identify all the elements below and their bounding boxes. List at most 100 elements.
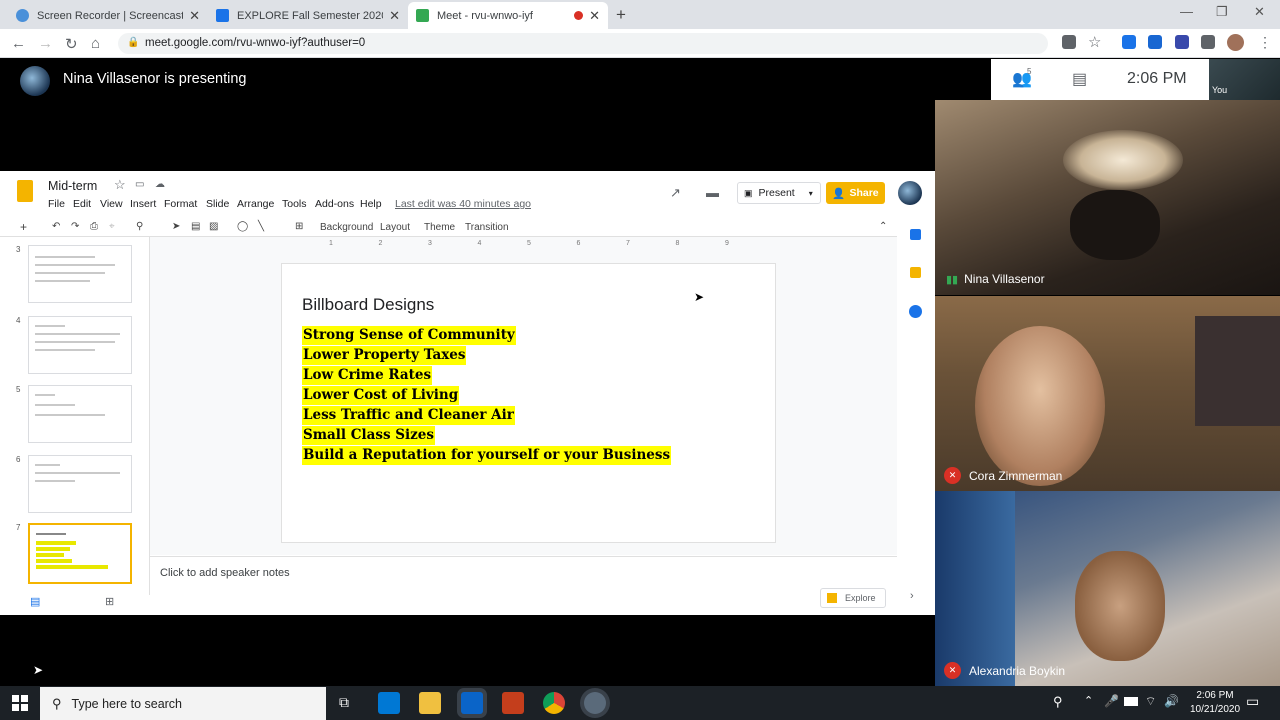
puzzle-icon[interactable]	[1201, 35, 1215, 49]
undo-icon[interactable]: ↶	[52, 221, 60, 232]
tab-explore[interactable]: EXPLORE Fall Semester 2020 ✕	[208, 2, 408, 29]
slide-bullet[interactable]: Lower Cost of Living	[302, 386, 460, 405]
volume-icon[interactable]: 🔊	[1164, 694, 1179, 708]
line-icon[interactable]: ╲	[258, 221, 264, 232]
tray-chevron-icon[interactable]: ⌃	[1084, 694, 1093, 707]
menu-file[interactable]: File	[48, 198, 65, 210]
shape-icon[interactable]: ◯	[237, 221, 248, 232]
download-icon[interactable]	[1148, 35, 1162, 49]
window-close-icon[interactable]: ✕	[1254, 4, 1265, 20]
participant-tile[interactable]: ✕ Alexandria Boykin	[935, 491, 1280, 686]
slides-logo-icon[interactable]	[17, 180, 33, 202]
slide-bullet[interactable]: Less Traffic and Cleaner Air	[302, 406, 515, 425]
star-icon[interactable]: ☆	[114, 177, 126, 193]
windows-start-icon[interactable]	[12, 695, 28, 711]
people-tray-icon[interactable]: ⚲	[1053, 694, 1063, 710]
close-icon[interactable]: ✕	[589, 8, 600, 24]
menu-format[interactable]: Format	[164, 198, 197, 210]
menu-arrange[interactable]: Arrange	[237, 198, 274, 210]
print-icon[interactable]: ⎙	[90, 221, 98, 232]
tasks-icon[interactable]	[909, 305, 922, 318]
menu-tools[interactable]: Tools	[282, 198, 307, 210]
collapse-icon[interactable]: ⌃	[879, 221, 887, 232]
slide-thumbnail-7[interactable]	[28, 523, 132, 584]
chat-icon[interactable]: ▤	[1072, 69, 1087, 89]
camera-icon[interactable]	[1062, 35, 1076, 49]
slide-bullet[interactable]: Lower Property Taxes	[302, 346, 467, 365]
document-title[interactable]: Mid-term	[48, 179, 97, 193]
image-icon[interactable]: ▨	[209, 221, 218, 232]
notifications-icon[interactable]: ▭	[1246, 693, 1259, 710]
slide-bullet[interactable]: Low Crime Rates	[302, 366, 433, 385]
slide-title[interactable]: Billboard Designs	[302, 295, 434, 315]
taskbar-search[interactable]: ⚲ Type here to search	[40, 687, 326, 720]
comment-add-icon[interactable]: ⊞	[295, 221, 303, 232]
slide-bullet[interactable]: Small Class Sizes	[302, 426, 435, 445]
taskbar-clock[interactable]: 2:06 PM 10/21/2020	[1185, 689, 1245, 717]
chevron-right-icon[interactable]: ›	[910, 590, 914, 602]
comments-icon[interactable]: ▬	[706, 185, 719, 200]
tab-meet[interactable]: Meet - rvu-wnwo-iyf ✕	[408, 2, 608, 29]
file-explorer-icon[interactable]	[419, 692, 441, 714]
close-icon[interactable]: ✕	[389, 8, 400, 24]
menu-slide[interactable]: Slide	[206, 198, 229, 210]
background-button[interactable]: Background	[320, 222, 373, 233]
tab-screen-recorder[interactable]: Screen Recorder | Screencast-O-Matic ✕	[8, 2, 208, 29]
speaker-notes[interactable]: Click to add speaker notes	[160, 567, 290, 579]
slide-thumbnail-3[interactable]	[28, 245, 132, 303]
minimize-icon[interactable]: —	[1180, 4, 1193, 19]
paint-format-icon[interactable]: ⌖	[109, 221, 115, 232]
account-avatar[interactable]	[898, 181, 922, 205]
grid-view-icon[interactable]: ⊞	[105, 595, 114, 608]
star-icon[interactable]: ☆	[1088, 33, 1101, 51]
theme-button[interactable]: Theme	[424, 222, 455, 233]
wifi-icon[interactable]: ⌔	[1145, 694, 1156, 709]
participant-tile[interactable]: ✕ Cora Zimmerman	[935, 296, 1280, 491]
powerpoint-icon[interactable]	[502, 692, 524, 714]
close-icon[interactable]: ✕	[189, 8, 200, 24]
more-menu-icon[interactable]: ⋮	[1258, 34, 1272, 51]
move-folder-icon[interactable]: ▭	[135, 179, 144, 190]
mail-icon[interactable]	[378, 692, 400, 714]
present-button[interactable]: ▣ Present ▾	[737, 182, 821, 204]
menu-insert[interactable]: Insert	[130, 198, 156, 210]
redo-icon[interactable]: ↷	[71, 221, 79, 232]
shield-icon[interactable]	[1175, 35, 1189, 49]
chrome-icon[interactable]	[543, 692, 565, 714]
participant-tile[interactable]: ▮▮ Nina Villasenor	[935, 100, 1280, 295]
keep-icon[interactable]	[910, 267, 921, 278]
calendar-icon[interactable]	[910, 229, 921, 240]
chevron-down-icon[interactable]: ▾	[809, 189, 813, 198]
new-tab-button[interactable]: +	[616, 5, 626, 25]
slide-bullet[interactable]: Strong Sense of Community	[302, 326, 516, 345]
slide-thumbnail-5[interactable]	[28, 385, 132, 443]
select-icon[interactable]: ➤	[172, 221, 180, 232]
back-icon[interactable]: ←	[11, 35, 26, 52]
transition-button[interactable]: Transition	[465, 222, 509, 233]
forward-icon[interactable]: →	[38, 35, 53, 52]
mic-tray-icon[interactable]: 🎤	[1104, 694, 1119, 708]
menu-help[interactable]: Help	[360, 198, 382, 210]
reload-icon[interactable]: ↻	[65, 35, 78, 53]
menu-edit[interactable]: Edit	[73, 198, 91, 210]
slide-thumbnail-6[interactable]	[28, 455, 132, 513]
profile-avatar[interactable]	[1227, 34, 1244, 51]
activity-icon[interactable]: ↗	[670, 185, 681, 201]
battery-icon[interactable]	[1124, 697, 1138, 706]
menu-addons[interactable]: Add-ons	[315, 198, 354, 210]
slide-thumbnail-4[interactable]	[28, 316, 132, 374]
new-slide-icon[interactable]: +	[20, 220, 27, 234]
explore-button[interactable]: Explore	[820, 588, 886, 608]
task-view-icon[interactable]: ⧉	[339, 694, 349, 711]
home-icon[interactable]: ⌂	[91, 35, 100, 52]
slide-bullet[interactable]: Build a Reputation for yourself or your …	[302, 446, 672, 465]
screencast-app-icon[interactable]	[584, 692, 606, 714]
layout-button[interactable]: Layout	[380, 222, 410, 233]
filmstrip-view-icon[interactable]: ▤	[30, 595, 40, 608]
menu-view[interactable]: View	[100, 198, 123, 210]
share-button[interactable]: 👤 Share	[826, 182, 885, 204]
lock-icon[interactable]: 🔒	[127, 37, 139, 48]
url-field[interactable]: meet.google.com/rvu-wnwo-iyf?authuser=0	[118, 33, 1048, 54]
textbox-icon[interactable]: ▤	[191, 221, 200, 232]
outlook-icon[interactable]	[461, 692, 483, 714]
